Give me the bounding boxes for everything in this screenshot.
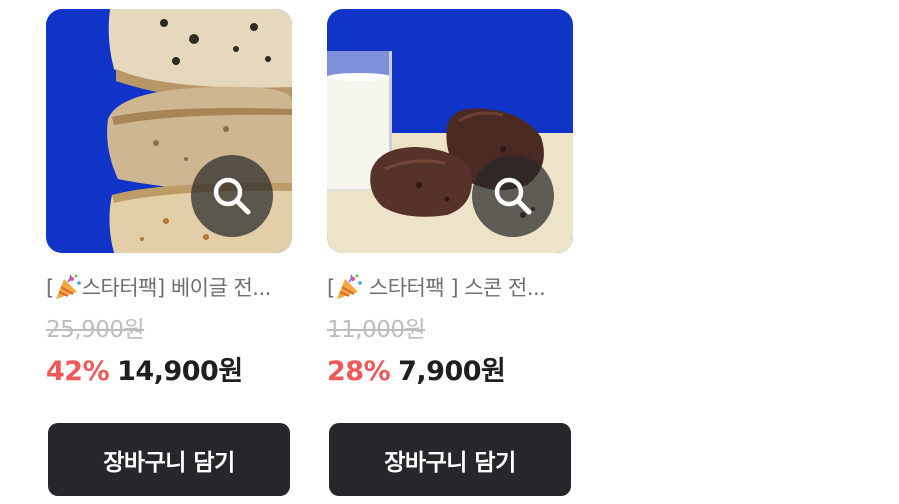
party-popper-icon (335, 274, 363, 300)
product-grid: [ 스타터팩] 베이글 전... 25,900원 42% 14,900원 장바구니… (0, 0, 899, 504)
add-to-cart-button[interactable]: 장바구니 담기 (48, 423, 290, 496)
price-row: 28% 7,900원 (327, 355, 573, 389)
sale-price: 14,900원 (117, 356, 243, 387)
product-card: [ 스타터팩 ] 스콘 전... 11,000원 28% 7,900원 장바구니 … (327, 9, 573, 496)
magnifier-icon (213, 177, 251, 215)
title-text: 스타터팩] 베이글 전... (81, 276, 272, 300)
title-text: 스타터팩 ] 스콘 전... (362, 276, 546, 300)
title-bracket: [ (327, 276, 335, 300)
product-card: [ 스타터팩] 베이글 전... 25,900원 42% 14,900원 장바구니… (46, 9, 292, 496)
product-title[interactable]: [ 스타터팩 ] 스콘 전... (327, 273, 573, 303)
product-title[interactable]: [ 스타터팩] 베이글 전... (46, 273, 292, 303)
magnifier-icon (494, 177, 532, 215)
sale-price: 7,900원 (398, 356, 506, 387)
discount-rate: 28% (327, 356, 391, 387)
party-popper-icon (54, 274, 82, 300)
product-thumbnail[interactable] (327, 9, 573, 253)
product-thumbnail[interactable] (46, 9, 292, 253)
title-bracket: [ (46, 276, 54, 300)
zoom-button[interactable] (472, 155, 554, 237)
original-price: 25,900원 (46, 317, 145, 343)
original-price: 11,000원 (327, 317, 426, 343)
zoom-button[interactable] (191, 155, 273, 237)
price-row: 42% 14,900원 (46, 355, 292, 389)
discount-rate: 42% (46, 356, 110, 387)
add-to-cart-button[interactable]: 장바구니 담기 (329, 423, 571, 496)
